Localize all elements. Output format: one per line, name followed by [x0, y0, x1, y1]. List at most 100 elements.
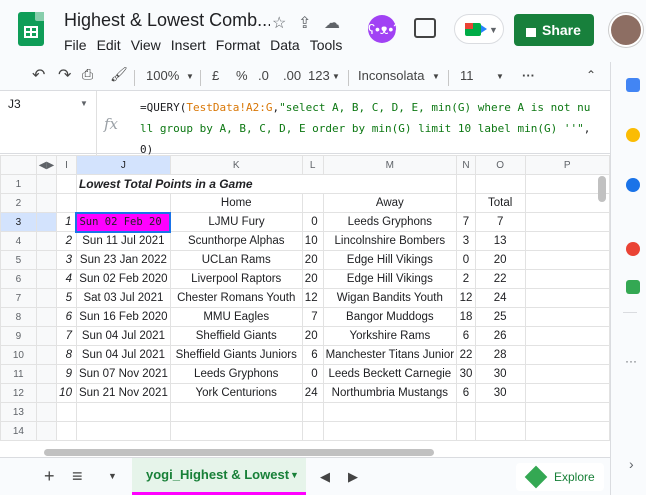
name-box[interactable]: J3 [8, 97, 21, 111]
cell-i[interactable]: 5 [56, 288, 77, 308]
cell-i[interactable]: 1 [56, 212, 77, 232]
currency-button[interactable]: £ [212, 68, 219, 83]
cell-m[interactable] [322, 402, 458, 422]
cell-j[interactable]: Sun 16 Feb 2020 [75, 307, 171, 327]
cell-j[interactable]: Sun 07 Nov 2021 [75, 364, 171, 384]
cell-i[interactable] [56, 421, 77, 441]
cell-o[interactable]: 28 [474, 345, 526, 365]
cell-p[interactable] [524, 288, 610, 308]
cell-p[interactable] [524, 250, 610, 270]
cell-p[interactable] [524, 269, 610, 289]
move-folder-icon[interactable]: ⇪ [298, 13, 311, 33]
vertical-scrollbar[interactable] [598, 176, 606, 202]
cell-j[interactable]: Sun 11 Jul 2021 [75, 231, 171, 251]
row-header[interactable]: 10 [0, 345, 37, 365]
cell-m[interactable]: Leeds Gryphons [322, 212, 458, 232]
star-icon[interactable]: ☆ [272, 13, 286, 33]
cell-l[interactable]: 0 [301, 212, 324, 232]
cell-i[interactable]: 8 [56, 345, 77, 365]
cell-m[interactable]: Edge Hill Vikings [322, 250, 458, 270]
menu-view[interactable]: View [131, 37, 161, 53]
cell-j[interactable]: Sat 03 Jul 2021 [75, 288, 171, 308]
add-sheet-icon[interactable]: + [44, 466, 55, 487]
cell-o[interactable]: Total [474, 193, 526, 213]
cell-o[interactable]: 30 [474, 364, 526, 384]
calendar-icon[interactable] [626, 78, 640, 92]
cell-p[interactable] [524, 174, 610, 194]
collapse-toolbar-icon[interactable]: ⌃ [586, 68, 596, 82]
cell-n[interactable]: 18 [456, 307, 476, 327]
cell-j[interactable]: Sun 04 Jul 2021 [75, 345, 171, 365]
decrease-decimal-button[interactable]: .0 [258, 68, 269, 83]
cell-n[interactable]: 6 [456, 383, 476, 403]
cell-p[interactable] [524, 383, 610, 403]
zoom-select[interactable]: 100% [146, 68, 179, 83]
cell-l[interactable]: 20 [301, 326, 324, 346]
cell-i[interactable]: 6 [56, 307, 77, 327]
menu-data[interactable]: Data [270, 37, 300, 53]
menu-insert[interactable]: Insert [171, 37, 206, 53]
font-select[interactable]: Inconsolata [358, 68, 425, 83]
cell-p[interactable] [524, 345, 610, 365]
cell-o[interactable]: 26 [474, 326, 526, 346]
cell-i[interactable]: 10 [56, 383, 77, 403]
cell-p[interactable] [524, 326, 610, 346]
menu-tools[interactable]: Tools [310, 37, 343, 53]
cell-n[interactable] [456, 402, 476, 422]
cell-j[interactable] [75, 421, 171, 441]
sheets-logo-icon[interactable] [18, 12, 44, 46]
column-header-p[interactable]: P [524, 155, 610, 175]
cell-j[interactable] [75, 193, 171, 213]
cell-k[interactable]: Liverpool Raptors [169, 269, 303, 289]
column-header-i[interactable]: I [56, 155, 77, 175]
menu-edit[interactable]: Edit [97, 37, 121, 53]
cell-m[interactable] [322, 421, 458, 441]
cell-l[interactable]: 6 [301, 345, 324, 365]
column-header-l[interactable]: L [301, 155, 324, 175]
row-header[interactable]: 12 [0, 383, 37, 403]
row-header[interactable]: 9 [0, 326, 37, 346]
cell-l[interactable]: 0 [301, 364, 324, 384]
cell-k[interactable]: UCLan Rams [169, 250, 303, 270]
redo-icon[interactable]: ↷ [58, 65, 71, 85]
meet-button[interactable]: ▼ [454, 14, 504, 44]
font-size-select[interactable]: 11 [460, 68, 474, 83]
cell-i[interactable]: 4 [56, 269, 77, 289]
cell-j[interactable]: Lowest Total Points in a Game [75, 174, 458, 194]
sheet-grid[interactable]: ◀▶ I J K L M N O P 1 Lowest Total Points … [0, 155, 610, 447]
cell-o[interactable]: 20 [474, 250, 526, 270]
row-header[interactable]: 3 [0, 212, 37, 232]
cell-o[interactable] [474, 421, 526, 441]
cell-k[interactable]: Scunthorpe Alphas [169, 231, 303, 251]
row-header[interactable]: 11 [0, 364, 37, 384]
cell-n[interactable]: 6 [456, 326, 476, 346]
cell-j[interactable]: Sun 23 Jan 2022 [75, 250, 171, 270]
cell-k[interactable]: MMU Eagles [169, 307, 303, 327]
comments-icon[interactable] [414, 18, 436, 38]
cell-l[interactable]: 20 [301, 269, 324, 289]
cell-p[interactable] [524, 212, 610, 232]
cell-k[interactable] [169, 402, 303, 422]
more-formats-button[interactable]: 123 [308, 68, 330, 83]
cell-l[interactable]: 10 [301, 231, 324, 251]
chevron-down-icon[interactable]: ▼ [108, 471, 117, 481]
cell-k[interactable]: Leeds Gryphons [169, 364, 303, 384]
row-header[interactable]: 4 [0, 231, 37, 251]
cell-p[interactable] [524, 193, 610, 213]
scroll-tabs-left-icon[interactable]: ◀ [320, 469, 330, 485]
cell-m[interactable]: Away [322, 193, 458, 213]
cell-l[interactable] [301, 402, 324, 422]
cell-i[interactable]: 9 [56, 364, 77, 384]
cell-n[interactable]: 12 [456, 288, 476, 308]
document-title[interactable]: Highest & Lowest Comb... [64, 10, 270, 31]
cell-k[interactable]: Sheffield Giants Juniors [169, 345, 303, 365]
column-header-j[interactable]: J [75, 155, 171, 175]
cell-n[interactable]: 30 [456, 364, 476, 384]
cell-p[interactable] [524, 307, 610, 327]
hidden-columns-toggle[interactable]: ◀▶ [35, 155, 58, 175]
cell-o[interactable] [474, 174, 526, 194]
row-header[interactable]: 6 [0, 269, 37, 289]
cell-i[interactable]: 3 [56, 250, 77, 270]
column-header-o[interactable]: O [474, 155, 526, 175]
cell-l[interactable] [301, 193, 324, 213]
